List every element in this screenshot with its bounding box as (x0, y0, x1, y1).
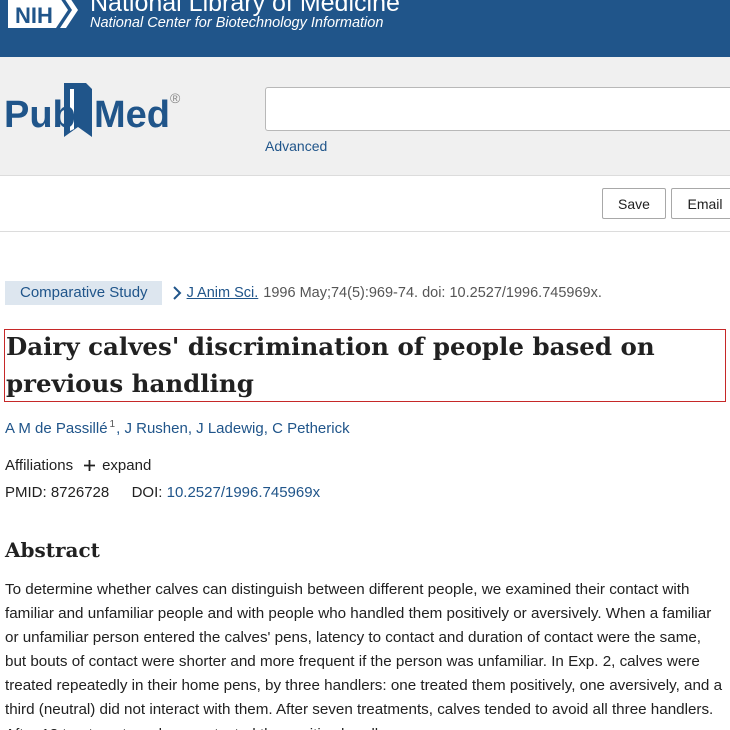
title-highlight-box: Dairy calves' discrimination of people b… (4, 329, 726, 402)
pubmed-logo-text: Pub (4, 94, 76, 136)
publication-type-badge: Comparative Study (5, 281, 162, 305)
doi-label: DOI: (131, 484, 163, 501)
author-separator: , (263, 420, 273, 437)
pmid-value: 8726728 (50, 484, 110, 501)
pmid-label: PMID: (5, 484, 47, 501)
search-input[interactable] (265, 87, 730, 131)
author-link[interactable]: A M de Passillé (5, 420, 108, 437)
expand-label: expand (102, 457, 152, 474)
plus-icon (84, 460, 96, 471)
abstract-heading: Abstract (5, 538, 100, 562)
nih-logo-text: NIH (15, 3, 53, 28)
email-button[interactable]: Email (671, 188, 730, 219)
identifiers-row: PMID: 8726728 DOI: 10.2527/1996.745969x (5, 484, 320, 501)
authors-list: A M de Passillé 1, J Rushen, J Ladewig, C… (5, 419, 350, 437)
affiliations-row: Affiliations expand (5, 457, 151, 474)
affiliation-ref[interactable]: 1 (110, 419, 116, 430)
author-separator: , (187, 420, 197, 437)
svg-text:Med: Med (94, 94, 170, 136)
author-link[interactable]: J Ladewig (196, 420, 264, 437)
chevron-right-icon[interactable] (172, 286, 182, 300)
article-title: Dairy calves' discrimination of people b… (6, 332, 655, 398)
journal-link[interactable]: J Anim Sci. (187, 285, 259, 301)
abstract-text: To determine whether calves can distingu… (5, 581, 723, 730)
citation-line: Comparative Study J Anim Sci. 1996 May;7… (5, 281, 602, 305)
expand-affiliations-toggle[interactable]: expand (83, 457, 151, 474)
nih-subtitle: National Center for Biotechnology Inform… (90, 15, 384, 31)
pubmed-logo[interactable]: Pub Med ® (4, 81, 188, 143)
save-button[interactable]: Save (602, 188, 666, 219)
registered-mark: ® (170, 90, 181, 106)
affiliations-label: Affiliations (5, 457, 74, 474)
nih-banner: NIH National Library of Medicine Nationa… (0, 0, 730, 57)
action-bar: Save Email (0, 176, 730, 232)
advanced-search-link[interactable]: Advanced (265, 138, 327, 154)
nih-logo[interactable]: NIH (6, 0, 82, 32)
doi-link[interactable]: 10.2527/1996.745969x (167, 484, 320, 501)
author-link[interactable]: J Rushen (124, 420, 187, 437)
author-link[interactable]: C Petherick (272, 420, 350, 437)
citation-details: 1996 May;74(5):969-74. doi: 10.2527/1996… (263, 285, 602, 301)
search-band: Pub Med ® Advanced (0, 57, 730, 176)
